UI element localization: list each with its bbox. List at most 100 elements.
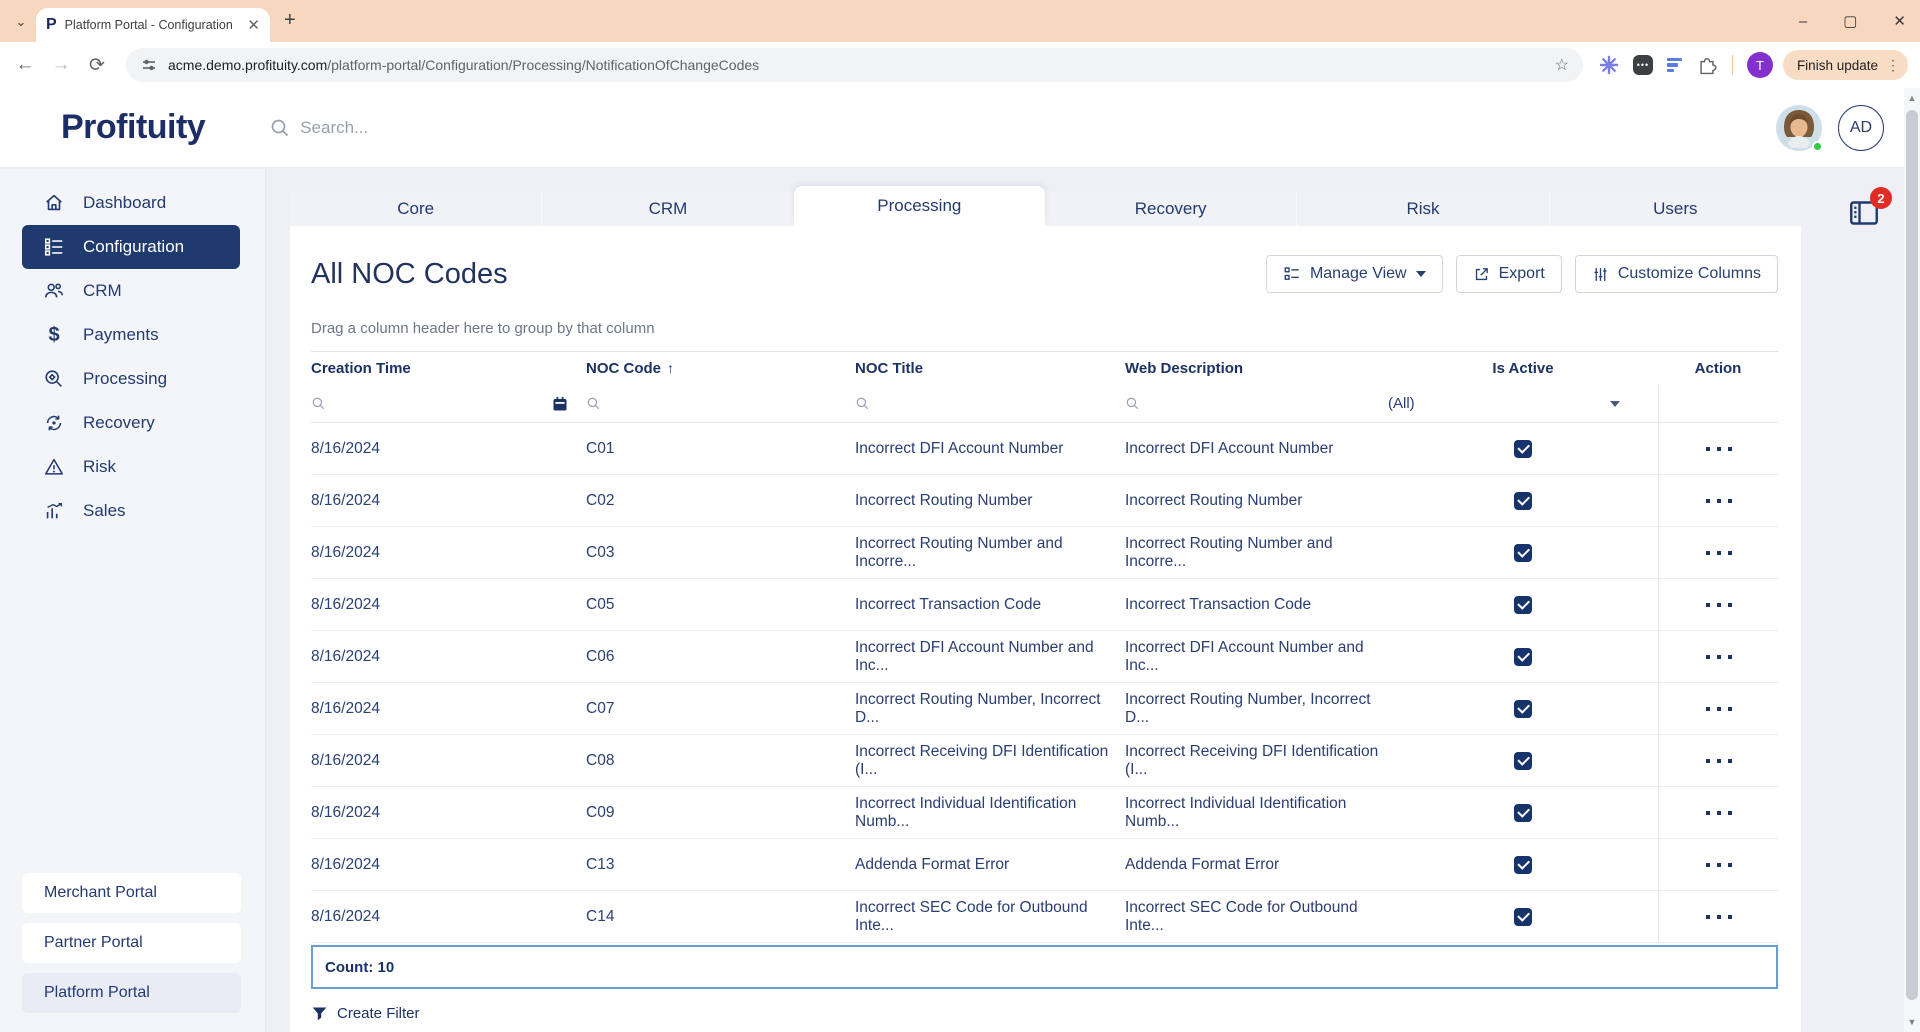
sidebar-item-configuration[interactable]: Configuration (22, 225, 240, 269)
search-icon (856, 397, 869, 410)
filter-noc-title[interactable] (855, 385, 1125, 422)
is-active-checkbox[interactable] (1514, 595, 1532, 614)
platform-portal-button[interactable]: Platform Portal (22, 973, 241, 1013)
tab-close-icon[interactable]: ✕ (247, 16, 260, 34)
table-row[interactable]: 8/16/2024 C13 Addenda Format Error Addenda … (311, 839, 1778, 891)
is-active-checkbox[interactable] (1514, 855, 1532, 874)
is-active-checkbox[interactable] (1514, 907, 1532, 926)
toolbar-divider (1731, 55, 1733, 75)
forward-button[interactable]: → (48, 54, 74, 76)
is-active-checkbox[interactable] (1514, 647, 1532, 666)
manage-view-button[interactable]: Manage View (1265, 255, 1443, 293)
row-actions-button[interactable] (1705, 914, 1732, 919)
search-icon (271, 119, 289, 136)
side-panel-toggle-button[interactable]: 2 (1846, 187, 1892, 235)
url-bar[interactable]: acme.demo.profituity.com/platform-portal… (126, 48, 1583, 82)
is-active-checkbox[interactable] (1514, 491, 1532, 510)
extension-bars-icon[interactable] (1666, 57, 1682, 73)
tab-crm[interactable]: CRM (541, 192, 793, 226)
table-row[interactable]: 8/16/2024 C08 Incorrect Receiving DFI Iden… (311, 735, 1778, 787)
browser-tab[interactable]: P Platform Portal - Configuration ✕ (36, 8, 270, 42)
noc-codes-table: Creation Time NOC Code ↑ NOC Title Web De… (311, 351, 1778, 943)
column-header-noc-code[interactable]: NOC Code ↑ (586, 360, 855, 377)
merchant-portal-button[interactable]: Merchant Portal (22, 873, 241, 913)
kebab-menu-icon[interactable]: ⋮ (1886, 57, 1900, 74)
is-active-checkbox[interactable] (1514, 543, 1532, 562)
page-scrollbar[interactable]: ▲ ▼ (1904, 88, 1920, 1032)
search-icon (312, 397, 325, 410)
browser-profile-avatar[interactable]: T (1746, 52, 1773, 78)
is-active-checkbox[interactable] (1514, 699, 1532, 718)
is-active-checkbox[interactable] (1514, 803, 1532, 822)
window-maximize-button[interactable]: ▢ (1843, 14, 1857, 29)
finish-update-button[interactable]: Finish update ⋮ (1782, 50, 1908, 80)
extension-chat-icon[interactable]: ••• (1632, 55, 1653, 75)
window-close-button[interactable]: ✕ (1893, 14, 1906, 29)
sidebar-item-recovery[interactable]: Recovery (22, 401, 240, 445)
column-header-noc-title[interactable]: NOC Title (855, 360, 1125, 377)
tab-core[interactable]: Core (290, 192, 541, 226)
sidebar-item-payments[interactable]: $ Payments (22, 313, 240, 357)
filter-is-active-dropdown[interactable]: (All) (1388, 385, 1658, 422)
tab-processing[interactable]: Processing (793, 186, 1045, 226)
table-row[interactable]: 8/16/2024 C14 Incorrect SEC Code for Outbo… (311, 891, 1778, 943)
filter-creation-time[interactable] (311, 385, 586, 422)
scroll-up-icon[interactable]: ▲ (1904, 90, 1920, 106)
row-actions-button[interactable] (1705, 602, 1732, 607)
tab-search-chevron-icon[interactable]: ⌄ (10, 11, 32, 33)
row-actions-button[interactable] (1705, 706, 1732, 711)
table-row[interactable]: 8/16/2024 C03 Incorrect Routing Number and… (311, 527, 1778, 579)
sidebar-item-crm[interactable]: CRM (22, 269, 240, 313)
extension-starburst-icon[interactable] (1599, 55, 1619, 75)
sidebar-item-dashboard[interactable]: Dashboard (22, 181, 240, 225)
url-text: acme.demo.profituity.com/platform-portal… (168, 57, 760, 73)
is-active-checkbox[interactable] (1514, 439, 1532, 458)
table-row[interactable]: 8/16/2024 C07 Incorrect Routing Number, In… (311, 683, 1778, 735)
scrollbar-thumb[interactable] (1906, 110, 1918, 1000)
column-header-creation-time[interactable]: Creation Time (311, 360, 586, 377)
tab-recovery[interactable]: Recovery (1045, 192, 1296, 226)
row-actions-button[interactable] (1705, 446, 1732, 451)
filter-noc-code[interactable] (586, 385, 855, 422)
row-actions-button[interactable] (1705, 810, 1732, 815)
export-icon (1475, 267, 1488, 280)
extensions-puzzle-icon[interactable] (1696, 54, 1718, 76)
row-actions-button[interactable] (1705, 862, 1732, 867)
column-header-web-description[interactable]: Web Description (1125, 360, 1388, 377)
sidebar-item-sales[interactable]: Sales (22, 489, 240, 533)
table-row[interactable]: 8/16/2024 C06 Incorrect DFI Account Number… (311, 631, 1778, 683)
user-initials-button[interactable]: AD (1838, 104, 1884, 151)
is-active-checkbox[interactable] (1514, 751, 1532, 770)
table-row[interactable]: 8/16/2024 C02 Incorrect Routing Number Inco… (311, 475, 1778, 527)
row-actions-button[interactable] (1705, 758, 1732, 763)
tab-users[interactable]: Users (1548, 192, 1801, 226)
new-tab-button[interactable]: + (284, 9, 296, 32)
filter-web-description[interactable] (1125, 385, 1388, 422)
column-header-is-active[interactable]: Is Active (1388, 360, 1658, 377)
window-minimize-button[interactable]: – (1799, 14, 1807, 29)
scroll-down-icon[interactable]: ▼ (1904, 1014, 1920, 1030)
avatar[interactable] (1776, 104, 1823, 152)
table-row[interactable]: 8/16/2024 C05 Incorrect Transaction Code In… (311, 579, 1778, 631)
partner-portal-button[interactable]: Partner Portal (22, 923, 241, 963)
browser-tabstrip: ⌄ P Platform Portal - Configuration ✕ + … (0, 0, 1920, 42)
tab-risk[interactable]: Risk (1296, 192, 1548, 226)
row-actions-button[interactable] (1705, 654, 1732, 659)
reload-button[interactable]: ⟳ (84, 54, 110, 77)
sidebar-item-processing[interactable]: Processing (22, 357, 240, 401)
create-filter-button[interactable]: Create Filter (311, 1005, 1778, 1022)
customize-columns-button[interactable]: Customize Columns (1574, 255, 1778, 293)
funnel-icon (312, 1007, 327, 1021)
calendar-icon[interactable] (552, 396, 568, 412)
table-row[interactable]: 8/16/2024 C01 Incorrect DFI Account Number… (311, 423, 1778, 475)
search-input[interactable] (300, 117, 721, 138)
bookmark-star-icon[interactable]: ☆ (1555, 55, 1569, 75)
notification-badge: 2 (1870, 187, 1892, 209)
sidebar-item-risk[interactable]: Risk (22, 445, 240, 489)
table-row[interactable]: 8/16/2024 C09 Incorrect Individual Identif… (311, 787, 1778, 839)
row-actions-button[interactable] (1705, 550, 1732, 555)
site-settings-icon[interactable] (140, 56, 158, 74)
back-button[interactable]: ← (12, 54, 38, 76)
row-actions-button[interactable] (1705, 498, 1732, 503)
export-button[interactable]: Export (1455, 255, 1562, 293)
